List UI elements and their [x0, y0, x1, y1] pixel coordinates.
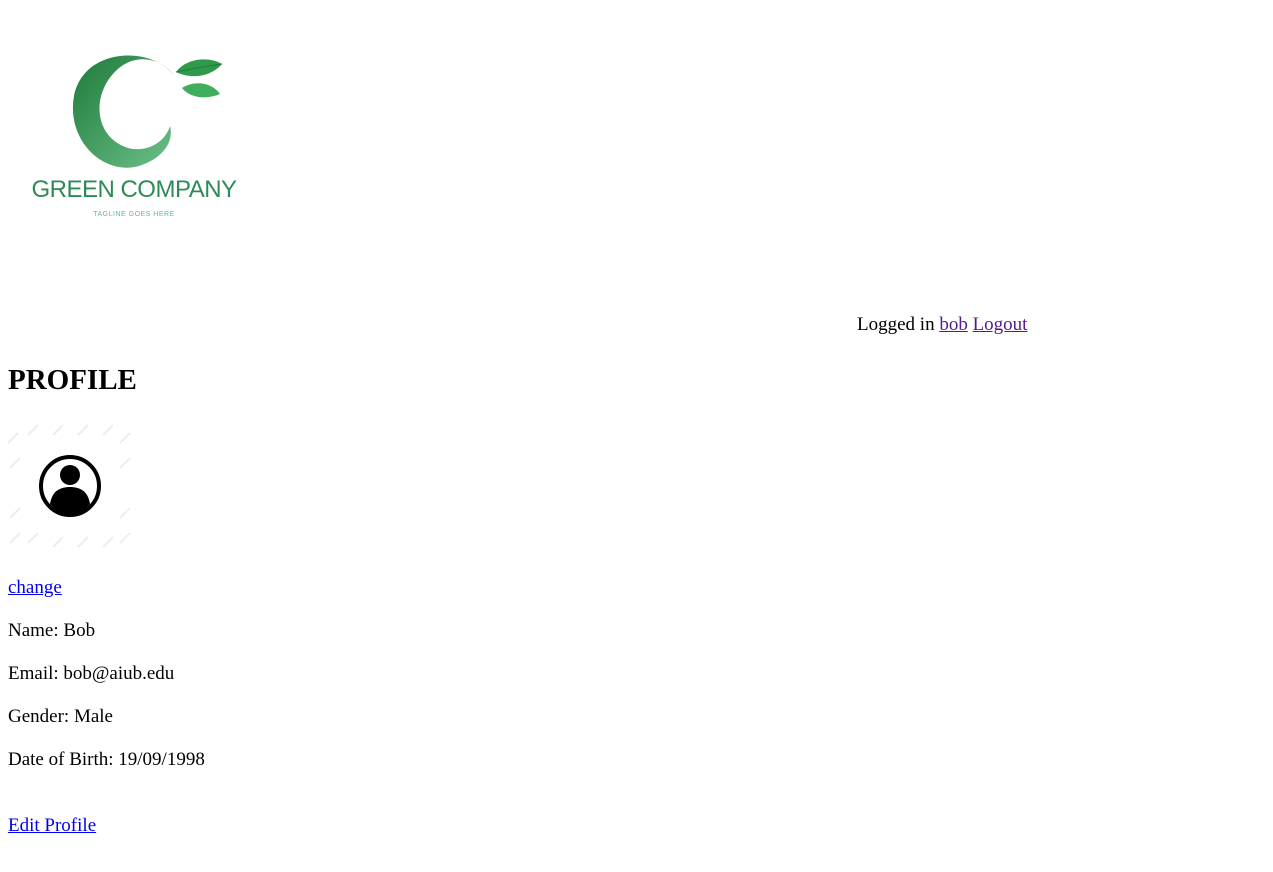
name-label: Name: [8, 620, 59, 641]
profile-page: GREEN COMPANY TAGLINE GOES HERE Logged i… [0, 0, 1273, 872]
change-avatar-link[interactable]: change [8, 577, 62, 599]
edit-profile-link[interactable]: Edit Profile [8, 815, 96, 837]
user-circle-icon [7, 424, 131, 548]
profile-email-row: Email: bob@aiub.edu [8, 663, 174, 685]
logo-tagline: TAGLINE GOES HERE [93, 211, 175, 218]
email-label: Email: [8, 663, 59, 684]
logged-in-text: Logged in [857, 314, 935, 335]
page-title: PROFILE [8, 364, 137, 396]
logo-emblem-icon [72, 55, 223, 168]
dob-value: 19/09/1998 [118, 749, 205, 770]
gender-value: Male [73, 706, 113, 727]
login-status: Logged in bob Logout [857, 314, 1027, 336]
company-logo: GREEN COMPANY TAGLINE GOES HERE [24, 46, 244, 226]
profile-gender-row: Gender: Male [8, 706, 113, 728]
logout-link[interactable]: Logout [973, 314, 1028, 335]
username-link[interactable]: bob [939, 314, 968, 335]
logo-company-name: GREEN COMPANY [31, 176, 237, 203]
profile-name-row: Name: Bob [8, 620, 95, 642]
dob-label: Date of Birth: [8, 749, 114, 770]
avatar [7, 423, 134, 549]
profile-dob-row: Date of Birth: 19/09/1998 [8, 749, 205, 771]
name-value: Bob [63, 620, 96, 641]
gender-label: Gender: [8, 706, 70, 727]
email-value: bob@aiub.edu [63, 663, 175, 684]
